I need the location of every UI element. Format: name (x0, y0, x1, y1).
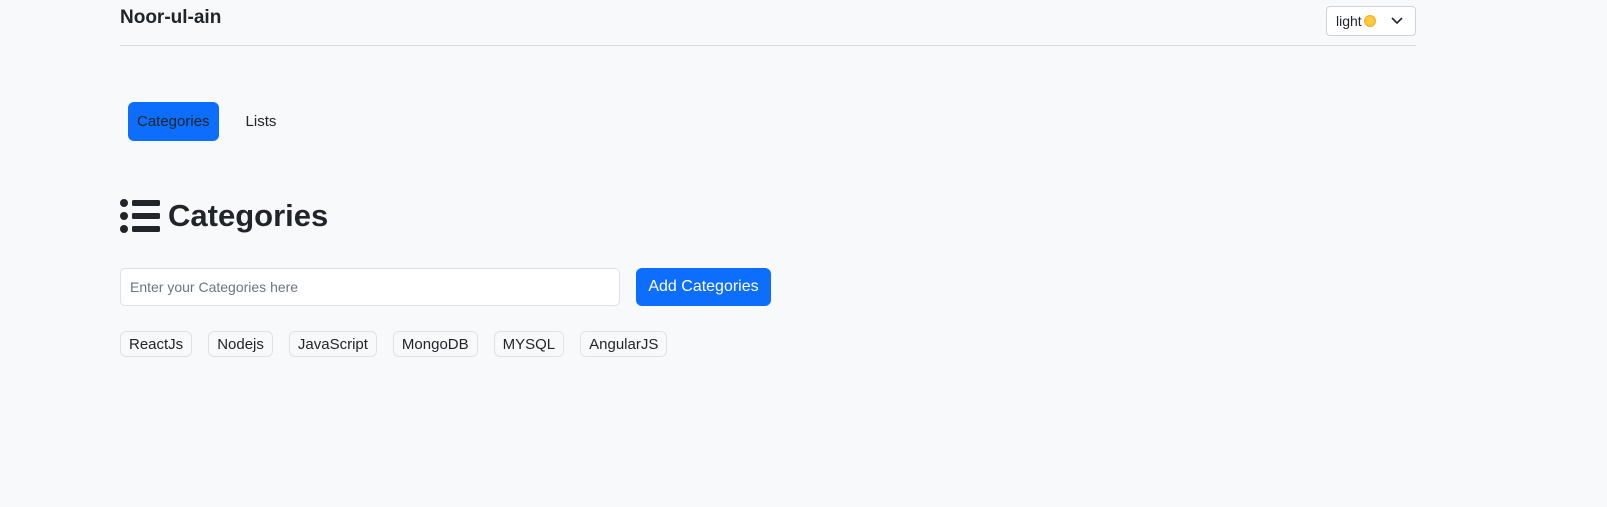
theme-select[interactable]: light (1326, 6, 1416, 36)
add-categories-button[interactable]: Add Categories (636, 268, 771, 306)
category-chip[interactable]: MYSQL (493, 331, 565, 357)
tab-lists[interactable]: Lists (237, 102, 286, 141)
sun-icon (1363, 15, 1376, 27)
category-chip[interactable]: ReactJs (120, 331, 193, 357)
tab-label: Categories (137, 113, 210, 130)
tab-bar: Categories Lists (128, 102, 285, 141)
page-title-text: Categories (168, 198, 329, 233)
chevron-down-icon (1391, 17, 1403, 25)
page-title: Categories (120, 198, 328, 234)
brand-title: Noor-ul-ain (120, 7, 222, 28)
tab-categories[interactable]: Categories (128, 102, 219, 141)
list-icon (120, 199, 160, 233)
category-chip[interactable]: Nodejs (208, 331, 273, 357)
tab-label: Lists (245, 113, 277, 130)
category-chip[interactable]: MongoDB (392, 331, 478, 357)
category-input[interactable] (120, 268, 620, 306)
category-chip[interactable]: AngularJS (580, 331, 668, 357)
theme-select-value: light (1336, 13, 1362, 29)
app-root: Noor-ul-ain light Categories Lists Categ… (0, 0, 1607, 507)
category-list: ReactJs Nodejs JavaScript MongoDB MYSQL … (120, 331, 668, 357)
category-chip[interactable]: JavaScript (288, 331, 377, 357)
top-navbar: Noor-ul-ain light (120, 0, 1416, 46)
